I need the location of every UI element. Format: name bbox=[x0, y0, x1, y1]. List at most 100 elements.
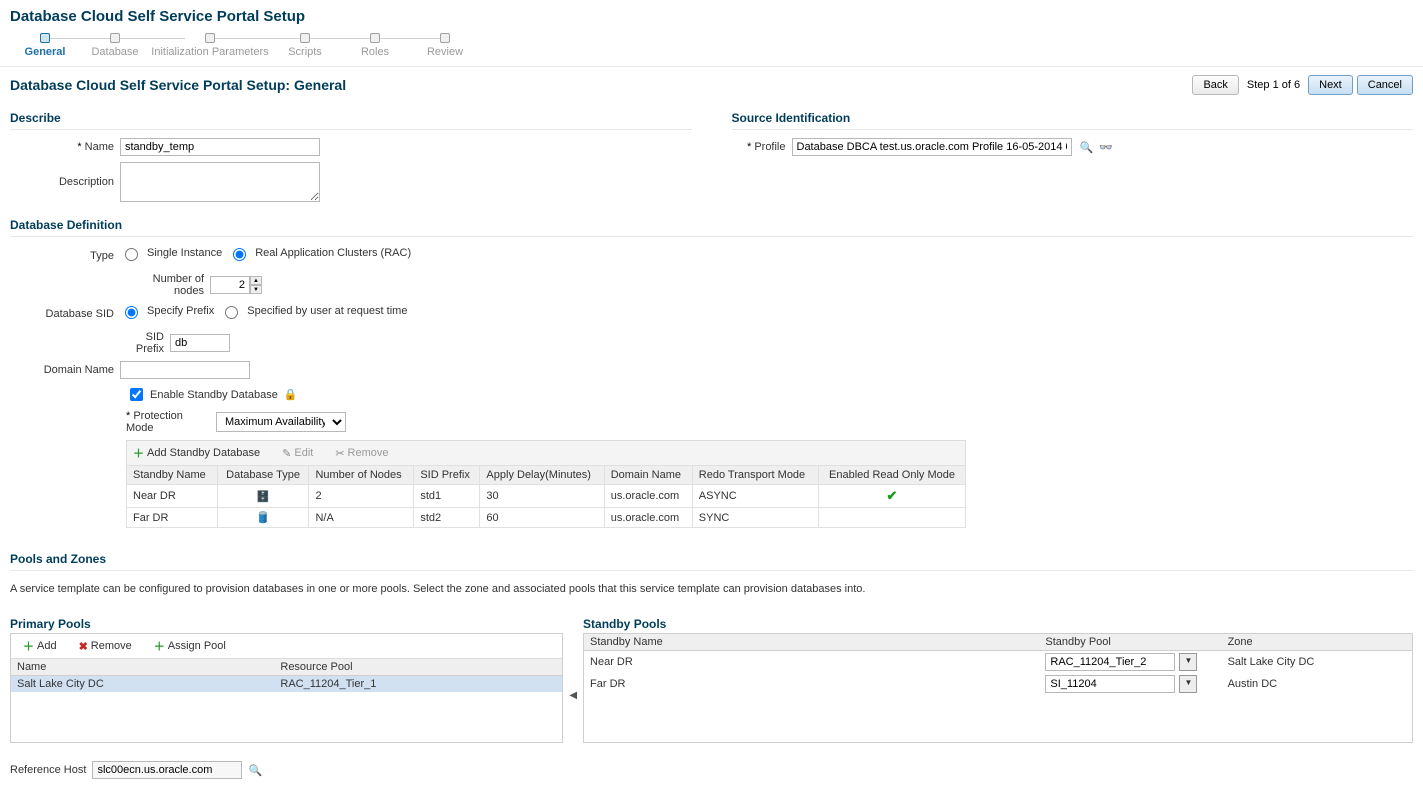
remove-pool-button[interactable]: ✖Remove bbox=[73, 640, 138, 653]
th-redo[interactable]: Redo Transport Mode bbox=[692, 466, 818, 485]
th-readonly[interactable]: Enabled Read Only Mode bbox=[819, 466, 966, 485]
primary-toolbar: ＋Add ✖Remove ＋Assign Pool bbox=[11, 634, 562, 659]
wizard-step-label: Scripts bbox=[288, 46, 322, 58]
enable-standby-label: Enable Standby Database bbox=[150, 389, 278, 401]
lock-icon: 🔒 bbox=[284, 388, 298, 401]
assign-pool-label: Assign Pool bbox=[168, 640, 226, 652]
type-si-radio[interactable] bbox=[125, 248, 138, 261]
step-indicator: Step 1 of 6 bbox=[1247, 79, 1300, 91]
table-row[interactable]: Near DR▼Salt Lake City DC bbox=[584, 651, 1412, 674]
add-pool-label: Add bbox=[37, 640, 57, 652]
th-standby-pool[interactable]: Standby Pool bbox=[1039, 634, 1221, 651]
sid-label: Database SID bbox=[10, 308, 120, 320]
sid-specify-label: Specify Prefix bbox=[147, 305, 214, 317]
dropdown-icon[interactable]: ▼ bbox=[1179, 653, 1197, 671]
refhost-label: Reference Host bbox=[10, 764, 86, 776]
th-nodes[interactable]: Number of Nodes bbox=[309, 466, 414, 485]
primary-pools-title: Primary Pools bbox=[10, 607, 563, 633]
sid-user-label: Specified by user at request time bbox=[247, 305, 407, 317]
th-delay[interactable]: Apply Delay(Minutes) bbox=[480, 466, 604, 485]
wizard-train: General Database Initialization Paramete… bbox=[0, 29, 1423, 67]
table-row[interactable]: Near DR🗄️2std130us.oracle.comASYNC✔ bbox=[127, 485, 966, 508]
standby-pool-table: Standby Name Standby Pool Zone Near DR▼S… bbox=[584, 634, 1412, 695]
standby-pool-input[interactable] bbox=[1045, 653, 1175, 671]
sid-user-radio[interactable] bbox=[225, 306, 238, 319]
nodes-up[interactable]: ▲ bbox=[250, 276, 262, 285]
profile-input[interactable] bbox=[792, 138, 1072, 156]
wizard-step-label: Initialization Parameters bbox=[151, 46, 268, 58]
standby-pools-title: Standby Pools bbox=[583, 607, 1413, 633]
th-pool-name[interactable]: Name bbox=[11, 659, 274, 676]
th-dbtype[interactable]: Database Type bbox=[217, 466, 309, 485]
plus-icon: ＋ bbox=[133, 445, 144, 461]
remove-standby-button[interactable]: ✂ Remove bbox=[329, 447, 394, 460]
primary-pool-table: Name Resource Pool Salt Lake City DCRAC_… bbox=[11, 659, 562, 692]
name-input[interactable] bbox=[120, 138, 320, 156]
nodes-label: Number of nodes bbox=[120, 273, 210, 297]
domain-input[interactable] bbox=[120, 361, 250, 379]
description-textarea[interactable] bbox=[120, 162, 320, 202]
standby-toolbar: ＋Add Standby Database ✎Edit ✂ Remove bbox=[126, 440, 966, 465]
add-pool-button[interactable]: ＋Add bbox=[17, 638, 63, 654]
protection-label: Protection Mode bbox=[126, 410, 216, 434]
protection-select[interactable]: Maximum Availability bbox=[216, 412, 346, 432]
edit-standby-label: Edit bbox=[294, 447, 313, 459]
enable-standby-checkbox[interactable] bbox=[130, 388, 143, 401]
nodes-input[interactable] bbox=[210, 276, 250, 294]
th-standby-name[interactable]: Standby Name bbox=[127, 466, 218, 485]
transfer-arrow-icon[interactable]: ◀ bbox=[569, 650, 577, 701]
db-def-title: Database Definition bbox=[10, 208, 1413, 237]
type-label: Type bbox=[10, 250, 120, 262]
back-button[interactable]: Back bbox=[1192, 75, 1238, 95]
standby-table: Standby Name Database Type Number of Nod… bbox=[126, 465, 966, 528]
th-domain[interactable]: Domain Name bbox=[604, 466, 692, 485]
sid-prefix-input[interactable] bbox=[170, 334, 230, 352]
sid-specify-radio[interactable] bbox=[125, 306, 138, 319]
domain-label: Domain Name bbox=[10, 364, 120, 376]
wizard-step-roles[interactable]: Roles bbox=[340, 33, 410, 58]
type-si-label: Single Instance bbox=[147, 247, 222, 259]
assign-pool-button[interactable]: ＋Assign Pool bbox=[148, 638, 232, 654]
remove-standby-label: Remove bbox=[348, 447, 389, 459]
th-zone[interactable]: Zone bbox=[1222, 634, 1412, 651]
x-icon: ✖ bbox=[79, 640, 88, 653]
search-icon[interactable]: 🔍 bbox=[1080, 141, 1094, 154]
name-label: Name bbox=[10, 141, 120, 153]
nodes-stepper[interactable]: ▲▼ bbox=[210, 276, 262, 294]
table-row[interactable]: Far DR🛢️N/Astd260us.oracle.comSYNC bbox=[127, 508, 966, 528]
next-button[interactable]: Next bbox=[1308, 75, 1353, 95]
scissors-icon: ✂ bbox=[335, 447, 344, 460]
table-row[interactable]: Far DR▼Austin DC bbox=[584, 673, 1412, 695]
wizard-step-label: Database bbox=[91, 46, 138, 58]
wizard-step-label: Roles bbox=[361, 46, 389, 58]
pools-help: A service template can be configured to … bbox=[10, 579, 1413, 603]
wizard-step-init-params[interactable]: Initialization Parameters bbox=[150, 33, 270, 58]
add-standby-button[interactable]: ＋Add Standby Database bbox=[127, 445, 266, 461]
wizard-step-label: General bbox=[25, 46, 66, 58]
nodes-down[interactable]: ▼ bbox=[250, 285, 262, 294]
refhost-input[interactable] bbox=[92, 761, 242, 779]
add-standby-label: Add Standby Database bbox=[147, 447, 260, 459]
th-sid[interactable]: SID Prefix bbox=[414, 466, 480, 485]
page-title: Database Cloud Self Service Portal Setup bbox=[0, 0, 1423, 29]
pools-title: Pools and Zones bbox=[10, 542, 1413, 571]
th-standby-name2[interactable]: Standby Name bbox=[584, 634, 1039, 651]
cancel-button[interactable]: Cancel bbox=[1357, 75, 1413, 95]
source-id-title: Source Identification bbox=[732, 101, 1414, 130]
search-icon[interactable]: 🔍 bbox=[248, 764, 262, 777]
profile-label: Profile bbox=[732, 141, 792, 153]
remove-pool-label: Remove bbox=[91, 640, 132, 652]
pencil-icon: ✎ bbox=[282, 447, 291, 460]
plus-icon: ＋ bbox=[154, 638, 165, 654]
wizard-step-database[interactable]: Database bbox=[80, 33, 150, 58]
description-label: Description bbox=[10, 176, 120, 188]
describe-title: Describe bbox=[10, 101, 692, 130]
edit-standby-button[interactable]: ✎Edit bbox=[276, 447, 319, 460]
wizard-step-scripts[interactable]: Scripts bbox=[270, 33, 340, 58]
view-icon[interactable]: 👓 bbox=[1099, 141, 1113, 154]
type-rac-radio[interactable] bbox=[233, 248, 246, 261]
step-subtitle: Database Cloud Self Service Portal Setup… bbox=[10, 77, 346, 93]
wizard-step-general[interactable]: General bbox=[10, 33, 80, 58]
wizard-step-review[interactable]: Review bbox=[410, 33, 480, 58]
th-resource-pool[interactable]: Resource Pool bbox=[274, 659, 562, 676]
